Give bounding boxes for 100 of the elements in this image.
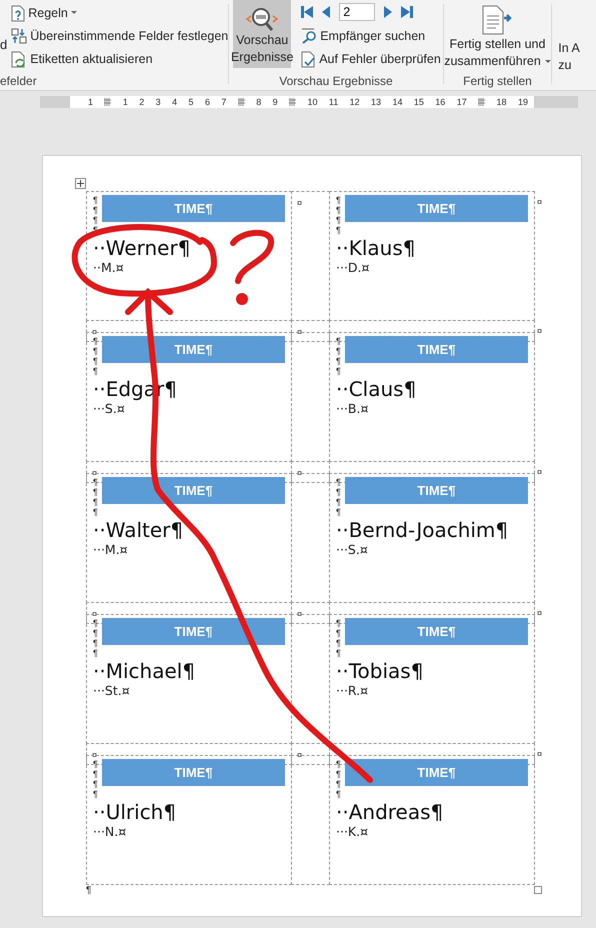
paragraph-mark: ¶: [93, 759, 99, 769]
resize-handle-icon[interactable]: [534, 886, 542, 894]
row-end-mark: ¤: [537, 326, 542, 336]
ruler-number: 11: [328, 97, 338, 107]
ruler-number: 10: [307, 97, 318, 107]
first-record-icon[interactable]: [301, 6, 314, 18]
paragraph-mark: ¶: [336, 336, 342, 346]
paragraph-mark: ¶: [336, 366, 342, 376]
check-errors-button[interactable]: Auf Fehler überprüfen: [301, 50, 441, 68]
recipient-name: ··Tobias¶: [336, 659, 424, 683]
paragraph-mark: ¶: [93, 487, 99, 497]
group-label: efelder: [0, 74, 38, 88]
button-label[interactable]: d: [0, 37, 8, 53]
ruler-number: 17: [456, 97, 467, 107]
column-marker-icon[interactable]: [289, 98, 296, 106]
ruler-number: 18: [496, 97, 507, 107]
recipient-initial: ···M.¤: [93, 542, 129, 558]
recipient-initial: ···S.¤: [336, 542, 369, 558]
paragraph-mark: ¶: [336, 356, 342, 366]
ruler-number: 12: [350, 97, 360, 107]
recipient-name: ··Claus¶: [336, 377, 418, 401]
paragraph-mark: ¶: [93, 497, 99, 507]
paragraph-mark: ¶: [336, 779, 342, 789]
label-header: TIME¶: [102, 477, 285, 504]
label-header: TIME¶: [102, 195, 285, 222]
document-check-icon: [301, 50, 316, 68]
ruler-number: 1: [88, 97, 94, 107]
group-label: Fertig stellen: [462, 74, 533, 88]
record-number-field[interactable]: 2: [339, 3, 376, 21]
column-marker-icon[interactable]: [104, 98, 112, 106]
paragraph-mark: ¶: [336, 346, 342, 356]
recipient-name: ··Michael¶: [93, 659, 196, 683]
ruler-number: 3: [156, 97, 161, 107]
label-header: TIME¶: [344, 336, 528, 363]
paragraph-mark: ¶: [336, 195, 342, 205]
recipient-initial: ···St.¤: [93, 683, 131, 699]
label-header: TIME¶: [344, 618, 528, 645]
paragraph-mark: ¶: [93, 366, 99, 376]
ribbon-button[interactable]: In A zu: [558, 40, 596, 74]
ruler-number: 9: [272, 97, 278, 107]
cell-end-mark: ¤: [297, 198, 302, 208]
search-icon: [301, 28, 318, 44]
magnifier-icon: [245, 6, 280, 32]
paragraph-mark: ¶: [336, 638, 342, 648]
label-header: TIME¶: [344, 477, 528, 504]
paragraph-mark: ¶: [336, 507, 342, 517]
paragraph-mark: ¶: [336, 205, 342, 215]
column-marker-icon[interactable]: [238, 98, 245, 106]
next-record-icon[interactable]: [384, 6, 392, 18]
finish-merge-button[interactable]: Fertig stellen und zusammenführen: [444, 0, 551, 70]
ruler-number: 6: [204, 97, 210, 107]
paragraph-mark: ¶: [93, 789, 99, 799]
paragraph-mark: ¶: [336, 497, 342, 507]
ruler-number: 13: [371, 97, 382, 107]
recipient-initial: ···R.¤: [336, 683, 370, 699]
paragraph-mark: ¶: [93, 336, 99, 346]
match-fields-button[interactable]: Übereinstimmende Felder festlegen: [11, 27, 228, 45]
paragraph-mark: ¶: [86, 886, 92, 896]
paragraph-mark: ¶: [93, 648, 99, 658]
recipient-initial: ··M.¤: [93, 260, 125, 276]
paragraph-mark: ¶: [93, 205, 99, 215]
document-refresh-icon: [11, 50, 28, 68]
paragraph-mark: ¶: [93, 356, 99, 366]
update-labels-button[interactable]: Etiketten aktualisieren: [11, 50, 228, 68]
recipient-name: ··Bernd-Joachim¶: [336, 518, 510, 542]
preview-results-button[interactable]: Vorschau Ergebnisse: [233, 0, 292, 68]
paragraph-mark: ¶: [336, 648, 342, 658]
row-end-mark: ¤: [537, 749, 542, 759]
label-header: TIME¶: [344, 195, 528, 222]
paragraph-mark: ¶: [93, 195, 99, 205]
recipient-name: ··Andreas¶: [336, 800, 444, 824]
paragraph-mark: ¶: [336, 759, 342, 769]
recipient-initial: ···D.¤: [336, 260, 370, 276]
row-end-mark: ¤: [537, 467, 542, 477]
paragraph-mark: ¶: [93, 477, 99, 487]
recipient-initial: ···N.¤: [93, 824, 128, 840]
ruler-number: 19: [518, 97, 528, 107]
label-header: TIME¶: [102, 336, 285, 363]
paragraph-mark: ¶: [336, 789, 342, 799]
row-end-mark: ¤: [537, 608, 542, 618]
paragraph-mark: ¶: [93, 215, 99, 225]
move-handle-icon[interactable]: [75, 178, 86, 189]
find-recipient-button[interactable]: Empfänger suchen: [301, 27, 441, 45]
paragraph-mark: ¶: [93, 507, 99, 517]
last-record-icon[interactable]: [401, 6, 414, 18]
paragraph-mark: ¶: [93, 779, 99, 789]
column-marker-icon[interactable]: [478, 98, 486, 106]
ruler-number: 7: [221, 97, 226, 107]
ruler-number: 2: [139, 97, 144, 107]
rules-button[interactable]: Regeln: [11, 4, 228, 22]
paragraph-mark: ¶: [336, 215, 342, 225]
previous-record-icon[interactable]: [322, 6, 330, 18]
paragraph-mark: ¶: [93, 628, 99, 638]
group-label: Vorschau Ergebnisse: [278, 74, 394, 88]
paragraph-mark: ¶: [336, 477, 342, 487]
paragraph-mark: ¶: [336, 225, 342, 235]
document-question-icon: [11, 4, 26, 22]
ruler-number: 15: [414, 97, 424, 107]
recipient-initial: ···S.¤: [93, 401, 126, 417]
recipient-initial: ···K.¤: [336, 824, 370, 840]
